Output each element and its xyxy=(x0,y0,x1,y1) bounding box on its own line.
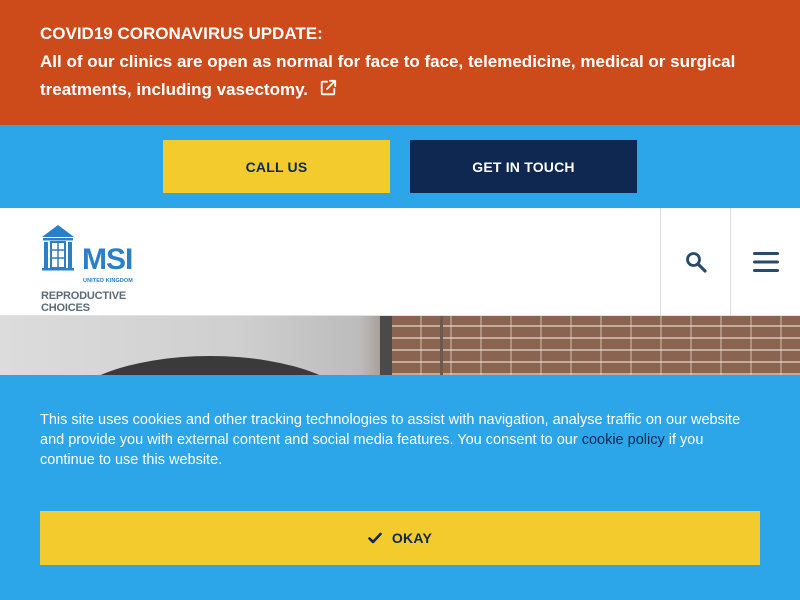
alert-body-container[interactable]: All of our clinics are open as normal fo… xyxy=(40,48,760,104)
cookie-message: This site uses cookies and other trackin… xyxy=(40,410,760,470)
external-link-icon[interactable] xyxy=(319,79,337,97)
hero-pole xyxy=(440,316,443,375)
msi-building-logo-icon xyxy=(42,225,74,271)
alert-title: COVID19 CORONAVIRUS UPDATE: xyxy=(40,24,323,43)
cookie-policy-link[interactable]: cookie policy xyxy=(582,432,665,448)
logo-wordmark: MSI xyxy=(82,243,133,276)
search-button[interactable] xyxy=(661,208,730,316)
alert-body-text[interactable]: All of our clinics are open as normal fo… xyxy=(40,52,735,99)
search-icon xyxy=(685,252,707,273)
logo-tagline-line-1: REPRODUCTIVE xyxy=(41,290,126,302)
logo-tagline-line-2: CHOICES xyxy=(41,302,90,314)
checkmark-icon xyxy=(368,532,382,544)
hero-image xyxy=(0,316,800,375)
call-us-button[interactable]: CALL US xyxy=(163,140,390,193)
site-header: MSI UNITED KINGDOM REPRODUCTIVE CHOICES xyxy=(0,208,800,316)
msi-logo[interactable]: MSI UNITED KINGDOM REPRODUCTIVE CHOICES xyxy=(40,223,133,314)
hero-brick-wall xyxy=(390,316,800,375)
cookie-okay-button[interactable]: OKAY xyxy=(40,511,760,565)
cookie-consent-banner: This site uses cookies and other trackin… xyxy=(0,375,800,600)
logo-subtitle: UNITED KINGDOM xyxy=(83,278,133,284)
okay-label: OKAY xyxy=(391,530,433,546)
menu-button[interactable] xyxy=(731,208,800,316)
get-in-touch-button[interactable]: GET IN TOUCH xyxy=(410,140,637,193)
hero-arch-shape xyxy=(60,356,360,375)
covid-alert-banner: COVID19 CORONAVIRUS UPDATE: All of our c… xyxy=(0,0,800,125)
logo-tagline: REPRODUCTIVE CHOICES xyxy=(41,290,126,314)
cta-strip: CALL US GET IN TOUCH xyxy=(0,125,800,208)
hamburger-menu-icon xyxy=(752,252,779,272)
hero-pole xyxy=(380,316,392,375)
